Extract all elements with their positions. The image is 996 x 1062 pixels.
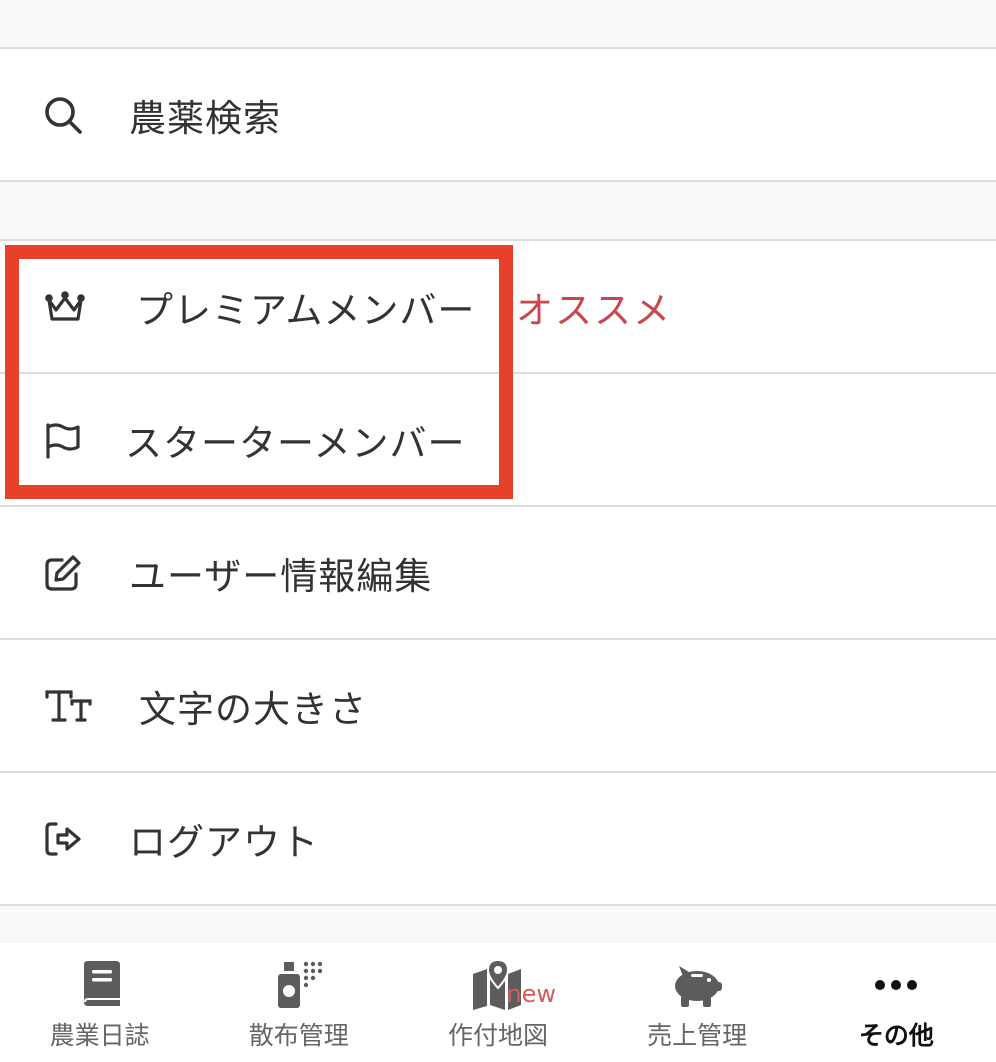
flag-icon bbox=[42, 419, 84, 461]
menu-item-premium-member[interactable]: プレミアムメンバー オススメ bbox=[0, 241, 996, 372]
tab-other[interactable]: その他 bbox=[797, 942, 996, 1062]
sprayer-icon bbox=[269, 960, 329, 1010]
menu-item-logout[interactable]: ログアウト bbox=[0, 773, 996, 904]
menu-item-edit-user-info[interactable]: ユーザー情報編集 bbox=[0, 507, 996, 638]
tab-label: 売上管理 bbox=[647, 1021, 748, 1050]
recommended-badge: オススメ bbox=[516, 288, 672, 332]
menu-item-label: ユーザー情報編集 bbox=[129, 554, 433, 598]
new-badge: new bbox=[506, 980, 556, 1008]
tab-farm-diary[interactable]: 農業日誌 bbox=[0, 942, 199, 1062]
section-spacer bbox=[0, 182, 996, 239]
menu-item-label: スターターメンバー bbox=[125, 421, 466, 465]
menu-item-label: ログアウト bbox=[129, 820, 319, 864]
tab-crop-map[interactable]: new 作付地図 bbox=[398, 942, 597, 1062]
tab-label: 散布管理 bbox=[248, 1021, 349, 1050]
book-icon bbox=[70, 960, 130, 1010]
more-icon bbox=[866, 960, 926, 1010]
piggy-bank-icon bbox=[667, 960, 727, 1010]
menu-item-label: 文字の大きさ bbox=[139, 687, 367, 731]
bottom-spacer bbox=[0, 906, 996, 942]
tab-sales-management[interactable]: 売上管理 bbox=[598, 942, 797, 1062]
text-size-icon bbox=[44, 685, 94, 727]
menu-item-pesticide-search[interactable]: 農薬検索 bbox=[0, 49, 996, 180]
tab-spray-management[interactable]: 散布管理 bbox=[199, 942, 398, 1062]
menu-item-label: プレミアムメンバー bbox=[136, 288, 476, 332]
crown-icon bbox=[44, 286, 86, 328]
logout-icon bbox=[42, 818, 84, 860]
menu-item-label: 農薬検索 bbox=[129, 96, 281, 140]
top-spacer bbox=[0, 0, 996, 48]
tab-label: その他 bbox=[858, 1021, 934, 1050]
edit-icon bbox=[42, 552, 84, 594]
menu-item-font-size[interactable]: 文字の大きさ bbox=[0, 640, 996, 771]
tab-label: 作付地図 bbox=[447, 1021, 548, 1050]
bottom-tab-bar: 農業日誌 散布管理 new 作付地図 売上管理 その他 bbox=[0, 941, 996, 1062]
search-icon bbox=[42, 94, 84, 136]
menu-item-starter-member[interactable]: スターターメンバー bbox=[0, 374, 996, 505]
tab-label: 農業日誌 bbox=[49, 1021, 150, 1050]
